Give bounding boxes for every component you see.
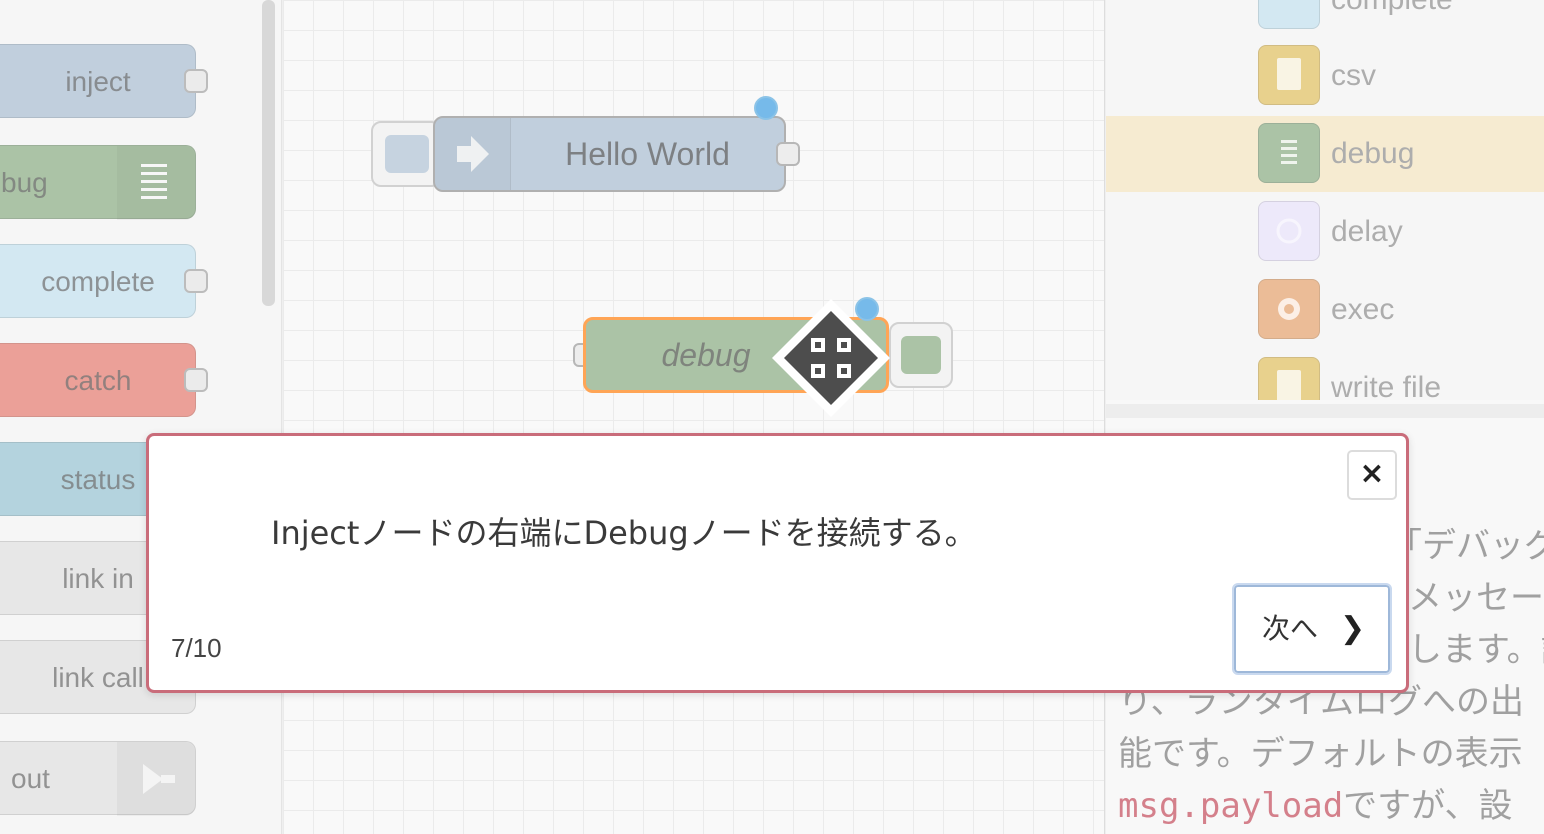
- tour-message: Injectノードの右端にDebugノードを接続する。: [271, 514, 977, 552]
- tour-dim-overlay: [0, 0, 1544, 834]
- next-button[interactable]: 次へ ❯: [1232, 583, 1392, 675]
- tour-dialog: × Injectノードの右端にDebugノードを接続する。 7/10 次へ ❯: [146, 433, 1409, 693]
- chevron-right-icon: ❯: [1340, 611, 1366, 646]
- close-button[interactable]: ×: [1347, 450, 1397, 500]
- close-icon: ×: [1359, 456, 1385, 491]
- tour-step-counter: 7/10: [171, 633, 222, 663]
- next-button-label: 次へ: [1262, 612, 1319, 645]
